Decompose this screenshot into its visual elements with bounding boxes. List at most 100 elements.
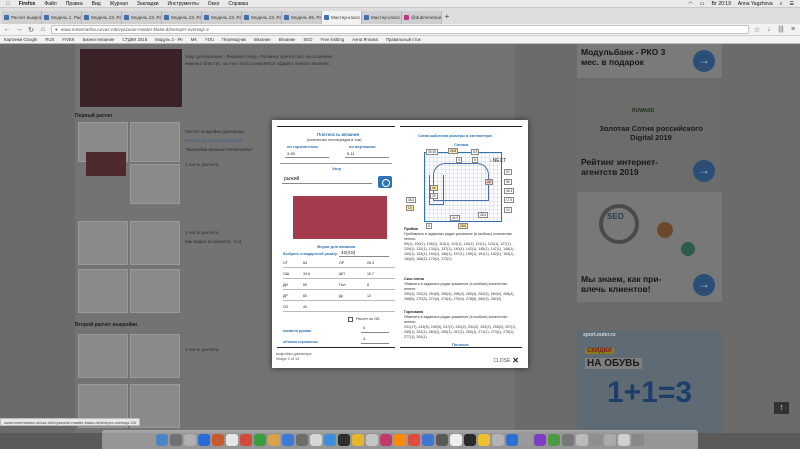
dock-app-icon[interactable] xyxy=(268,434,280,446)
apple-menu-icon[interactable]:  xyxy=(6,1,10,7)
dock-app-icon[interactable] xyxy=(632,434,644,446)
ad-arrow-icon[interactable]: → xyxy=(693,274,715,296)
bookmark-item[interactable]: СТДКИ 2018 xyxy=(122,37,147,42)
dock-app-icon[interactable] xyxy=(212,434,224,446)
home-icon[interactable]: ⌂ xyxy=(39,26,47,33)
measure-value[interactable]: 34.6 xyxy=(303,272,310,276)
ad-arrow-icon[interactable]: → xyxy=(693,50,715,72)
calc-thumbnail-3[interactable] xyxy=(130,164,180,204)
menu-edit[interactable]: Правка xyxy=(66,1,83,7)
close-button[interactable]: CLOSE ✕ xyxy=(493,356,519,365)
dock-app-icon[interactable] xyxy=(464,434,476,446)
measure-value[interactable]: 60 xyxy=(303,283,307,287)
ad-modulbank[interactable]: Модульбанк - РКО 3 мес. в подарок → xyxy=(577,44,722,78)
ob-checkbox[interactable] xyxy=(348,317,353,322)
bookmark-item[interactable]: Картинки Google xyxy=(4,37,37,42)
dock-app-icon[interactable] xyxy=(282,434,294,446)
dock-app-icon[interactable] xyxy=(170,434,182,446)
neck-input[interactable]: 4 xyxy=(361,337,389,344)
new-tab-button[interactable]: + xyxy=(442,11,452,24)
yarn-color-input[interactable]: рыжий xyxy=(282,176,372,184)
dock-app-icon[interactable] xyxy=(520,434,532,446)
browser-tab[interactable]: Модель 23. Расчет выкрой xyxy=(162,11,202,24)
calc-thumbnail-9[interactable] xyxy=(130,334,180,378)
back-arrow-icon[interactable]: ← xyxy=(3,26,11,33)
dock-app-icon[interactable] xyxy=(548,434,560,446)
ad-sportouter[interactable]: sport.outer.ru СКИДКИ НА ОБУВЬ 1+1=3 xyxy=(577,330,722,433)
vertical-density-input[interactable]: 5.11 xyxy=(345,151,389,158)
calc-thumbnail-5[interactable] xyxy=(130,221,180,265)
browser-tab[interactable]: Модель 1. Расчет выкрой xyxy=(42,11,82,24)
dock-app-icon[interactable] xyxy=(254,434,266,446)
library-icon[interactable]: ||| xyxy=(777,26,785,33)
dock-app-icon[interactable] xyxy=(296,434,308,446)
next-button[interactable]: › NEXT xyxy=(490,158,506,164)
forward-arrow-icon[interactable]: → xyxy=(15,26,23,33)
wifi-icon[interactable]: ◠ xyxy=(688,1,692,7)
bookmark-item[interactable]: Анна Ягжова xyxy=(352,37,378,42)
menu-bookmarks[interactable]: Закладки xyxy=(137,1,159,7)
bookmark-item[interactable]: Модуль 2 - Ре xyxy=(155,37,183,42)
dock-app-icon[interactable] xyxy=(184,434,196,446)
dock-app-icon[interactable] xyxy=(394,434,406,446)
dock-app-icon[interactable] xyxy=(156,434,168,446)
bookmark-star-icon[interactable]: ☆ xyxy=(753,26,761,34)
browser-tab[interactable]: @dubmmemasha • Фото xyxy=(402,11,442,24)
browser-tab[interactable]: Модель 23. Расчет выкрой xyxy=(242,11,282,24)
menu-view[interactable]: Вид xyxy=(92,1,101,7)
measure-value[interactable]: 40 xyxy=(303,305,307,309)
measure-value[interactable]: 84 xyxy=(303,261,307,265)
bookmark-item[interactable]: МК xyxy=(191,37,197,42)
dock-app-icon[interactable] xyxy=(534,434,546,446)
dock-app-icon[interactable] xyxy=(366,434,378,446)
browser-tab[interactable]: Модель 23. Расчет выкрой xyxy=(122,11,162,24)
menu-list-icon[interactable]: ☰ xyxy=(790,1,794,7)
measure-value[interactable]: 8 xyxy=(367,283,369,287)
sleeve-input[interactable]: 4 xyxy=(361,326,389,333)
bookmark-item[interactable]: YOU xyxy=(205,37,214,42)
hamburger-menu-icon[interactable]: ≡ xyxy=(789,26,797,33)
dock-app-icon[interactable] xyxy=(226,434,238,446)
ad-seo[interactable]: SEO Мы знаем, как при-влечь клиентов! → xyxy=(577,192,722,302)
bookmark-item[interactable]: Переводчик xyxy=(222,37,246,42)
dock-app-icon[interactable] xyxy=(324,434,336,446)
dock-app-icon[interactable] xyxy=(310,434,322,446)
bookmark-item[interactable]: SEO xyxy=(303,37,312,42)
menu-file[interactable]: Файл xyxy=(44,1,56,7)
browser-tab[interactable]: Модель 23. Расчет выкрой xyxy=(82,11,122,24)
calc-thumbnail-6[interactable] xyxy=(78,269,128,313)
dock-app-icon[interactable] xyxy=(576,434,588,446)
calc-thumbnail-4[interactable] xyxy=(78,221,128,265)
dock-app-icon[interactable] xyxy=(450,434,462,446)
browser-tab[interactable]: Мастер-класс по вязани xyxy=(322,11,362,24)
reload-icon[interactable]: ↻ xyxy=(27,26,35,34)
camera-icon[interactable] xyxy=(378,176,392,188)
dock-app-icon[interactable] xyxy=(618,434,630,446)
calc-thumbnail-8[interactable] xyxy=(78,334,128,378)
dock-app-icon[interactable] xyxy=(562,434,574,446)
search-icon[interactable]: ⌕ xyxy=(780,1,783,7)
calc-thumbnail-2[interactable] xyxy=(130,122,180,162)
bookmark-item[interactable]: Правильный сток xyxy=(386,37,421,42)
calc-link-2[interactable]: Расчет петель в вязальной xyxy=(185,138,243,144)
bookmark-item[interactable]: Free knitting xyxy=(320,37,344,42)
horizontal-density-input[interactable]: 3.45 xyxy=(285,151,329,158)
knitted-swatch-photo[interactable] xyxy=(80,49,182,107)
browser-tab[interactable]: Модель 65. Расчет выкрой xyxy=(282,11,322,24)
browser-tab[interactable]: Мастер-класс по вязани xyxy=(362,11,402,24)
dock-app-icon[interactable] xyxy=(492,434,504,446)
bookmark-item[interactable]: FIVEK xyxy=(62,37,74,42)
bookmark-item[interactable]: Вязание xyxy=(279,37,296,42)
browser-tab[interactable]: Модель 23. Расчет выкрой xyxy=(202,11,242,24)
dock-app-icon[interactable] xyxy=(380,434,392,446)
dock-app-icon[interactable] xyxy=(198,434,210,446)
battery-icon[interactable]: ▭ xyxy=(700,1,705,7)
dock-app-icon[interactable] xyxy=(604,434,616,446)
ad-arrow-icon[interactable]: → xyxy=(693,160,715,182)
clock-text[interactable]: Вт 20:19 xyxy=(711,1,730,7)
menu-history[interactable]: Журнал xyxy=(110,1,128,7)
dock-app-icon[interactable] xyxy=(338,434,350,446)
dock-app-icon[interactable] xyxy=(422,434,434,446)
menu-window[interactable]: Окно xyxy=(208,1,220,7)
calc-thumbnail-swatch[interactable] xyxy=(86,152,126,176)
